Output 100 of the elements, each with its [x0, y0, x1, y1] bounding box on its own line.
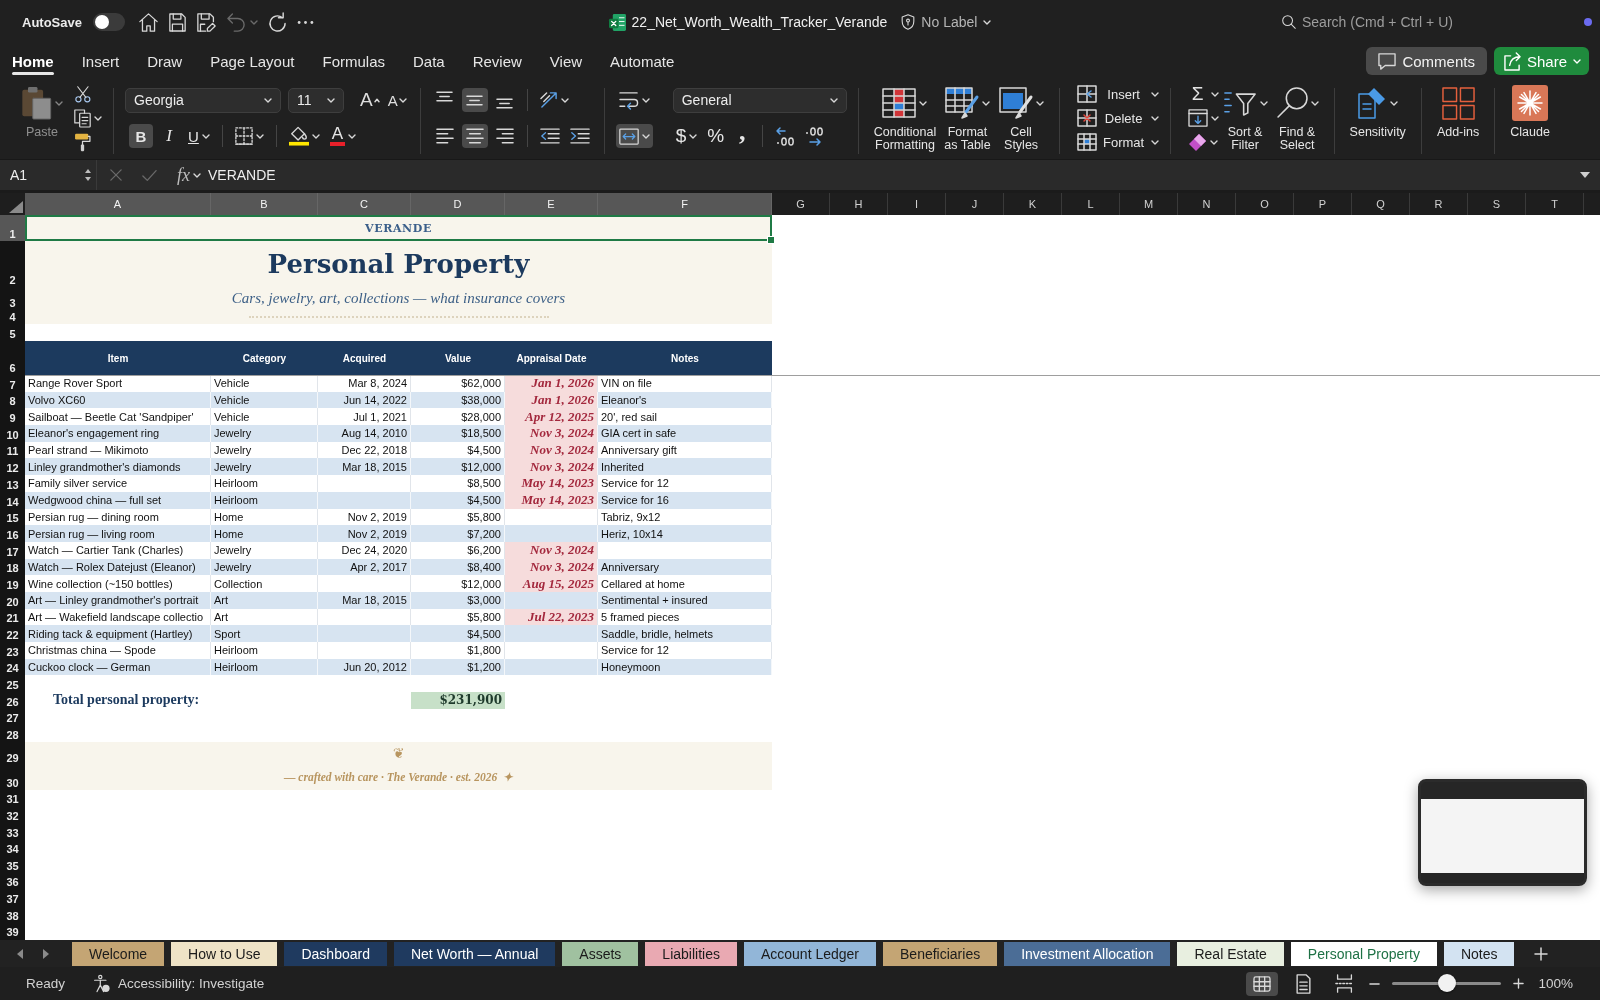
share-button[interactable]: Share [1493, 47, 1589, 75]
percent-style-button[interactable]: % [704, 124, 728, 148]
column-header[interactable]: N [1178, 193, 1236, 215]
ribbon-tab[interactable]: Automate [610, 44, 675, 78]
font-size-dropdown[interactable]: 11 [288, 87, 344, 113]
italic-button[interactable]: I [157, 124, 181, 148]
row-header[interactable]: 15 [0, 508, 25, 526]
column-header[interactable]: P [1294, 193, 1352, 215]
align-center-button[interactable] [461, 124, 488, 148]
row-header[interactable]: 22 [0, 625, 25, 642]
row-header[interactable]: 18 [0, 558, 25, 576]
sheet-tab[interactable]: Personal Property [1290, 941, 1437, 966]
redo-icon[interactable] [268, 12, 286, 32]
row-header[interactable]: 28 [0, 725, 25, 742]
row-header[interactable]: 39 [0, 922, 25, 940]
column-header[interactable]: H [830, 193, 888, 215]
row-header[interactable]: 16 [0, 525, 25, 542]
sheet-tab[interactable]: Welcome [72, 941, 165, 966]
column-header[interactable]: I [888, 193, 946, 215]
save-icon[interactable] [168, 12, 186, 32]
sheet-tab[interactable]: Investment Allocation [1004, 941, 1171, 966]
caret-icon[interactable] [1580, 172, 1590, 178]
comments-button[interactable]: Comments [1366, 47, 1487, 75]
sheet-tab[interactable]: Beneficiaries [883, 941, 998, 966]
plus-icon[interactable] [1534, 946, 1549, 961]
sheet-tab[interactable]: Assets [562, 941, 639, 966]
column-header[interactable]: S [1468, 193, 1526, 215]
search-field[interactable]: Search (Cmd + Ctrl + U) [1282, 14, 1462, 30]
claude-button[interactable]: Claude [1506, 78, 1554, 156]
row-header[interactable]: 34 [0, 839, 25, 857]
table-styles-button[interactable]: Format as Table [940, 78, 995, 156]
row-header[interactable]: 25 [0, 675, 25, 692]
row-header[interactable]: 6 [0, 341, 25, 375]
row-header[interactable]: 5 [0, 324, 25, 341]
ribbon-tab[interactable]: View [549, 44, 583, 78]
check-icon[interactable] [142, 168, 157, 182]
bold-button[interactable]: B [129, 124, 153, 148]
column-header[interactable]: G [772, 193, 830, 215]
row-header[interactable]: 32 [0, 806, 25, 824]
ribbon-tab[interactable]: Review [472, 44, 522, 78]
comma-style-button[interactable]: , [731, 124, 754, 148]
left-arrow-icon[interactable] [17, 948, 23, 959]
grow-font-button[interactable]: A [358, 88, 382, 112]
column-header[interactable]: Q [1352, 193, 1410, 215]
select-all-icon[interactable] [9, 201, 23, 213]
merge-center-button[interactable] [615, 124, 653, 148]
font-color-button[interactable]: A [326, 124, 360, 148]
column-header[interactable]: L [1062, 193, 1120, 215]
accessibility-status[interactable]: Accessibility: Investigate [118, 976, 265, 991]
row-header[interactable]: 37 [0, 889, 25, 907]
column-header[interactable]: F [598, 193, 772, 215]
row-header[interactable]: 1 [0, 215, 25, 241]
addins-button[interactable]: Add-ins [1432, 78, 1484, 156]
cell-styles-button[interactable]: Cell Styles [994, 78, 1048, 156]
row-header[interactable]: 38 [0, 906, 25, 923]
column-header[interactable]: B [211, 193, 318, 215]
name-box[interactable]: A1 [0, 160, 97, 190]
sensitivity-button[interactable]: Sensitivity [1345, 78, 1410, 156]
ribbon-tab[interactable]: Formulas [322, 44, 385, 78]
column-header[interactable]: A [25, 193, 211, 215]
find-button[interactable]: Find & Select [1271, 78, 1323, 156]
more-icon[interactable] [296, 19, 314, 25]
row-header[interactable]: 29 [0, 741, 25, 765]
column-header[interactable]: M [1120, 193, 1178, 215]
row-header[interactable]: 31 [0, 789, 25, 807]
row-header[interactable]: 33 [0, 823, 25, 840]
number-format-dropdown[interactable]: General [672, 87, 847, 113]
sheet-tab[interactable]: How to Use [171, 941, 278, 966]
column-header[interactable]: C [318, 193, 411, 215]
row-header[interactable]: 12 [0, 458, 25, 476]
ribbon-tab[interactable]: Draw [147, 44, 183, 78]
sheet-tab[interactable]: Liabilities [645, 941, 737, 966]
sheet-tab[interactable]: Real Estate [1177, 941, 1284, 966]
underline-button[interactable]: U [185, 124, 213, 148]
currency-style-button[interactable]: $ [672, 124, 701, 148]
row-header[interactable]: 14 [0, 491, 25, 509]
copy-button[interactable] [74, 107, 102, 129]
close-icon[interactable] [110, 169, 122, 181]
sheet-tab[interactable]: Dashboard [284, 941, 387, 966]
row-header[interactable]: 19 [0, 575, 25, 592]
save-as-icon[interactable] [196, 12, 216, 32]
shrink-font-button[interactable]: A [385, 88, 409, 112]
column-header[interactable]: T [1526, 193, 1584, 215]
row-header[interactable]: 13 [0, 475, 25, 492]
row-header[interactable]: 9 [0, 408, 25, 426]
row-header[interactable]: 35 [0, 856, 25, 873]
ribbon-tab[interactable]: Data [413, 44, 445, 78]
formula-input[interactable]: VERANDE [208, 167, 1580, 183]
row-header[interactable]: 10 [0, 425, 25, 442]
font-name-dropdown[interactable]: Georgia [125, 87, 281, 113]
row-header[interactable]: 7 [0, 375, 25, 392]
row-header[interactable]: 30 [0, 764, 25, 790]
delete-cells-button[interactable]: Delete [1076, 107, 1159, 129]
ribbon-tab[interactable]: Insert [81, 44, 120, 78]
home-icon[interactable] [138, 12, 158, 32]
row-header[interactable]: 26 [0, 691, 25, 709]
row-header[interactable]: 36 [0, 872, 25, 890]
format-cells-button[interactable]: Format [1076, 131, 1159, 153]
row-header[interactable]: 23 [0, 642, 25, 659]
clear-button[interactable] [1187, 131, 1219, 153]
